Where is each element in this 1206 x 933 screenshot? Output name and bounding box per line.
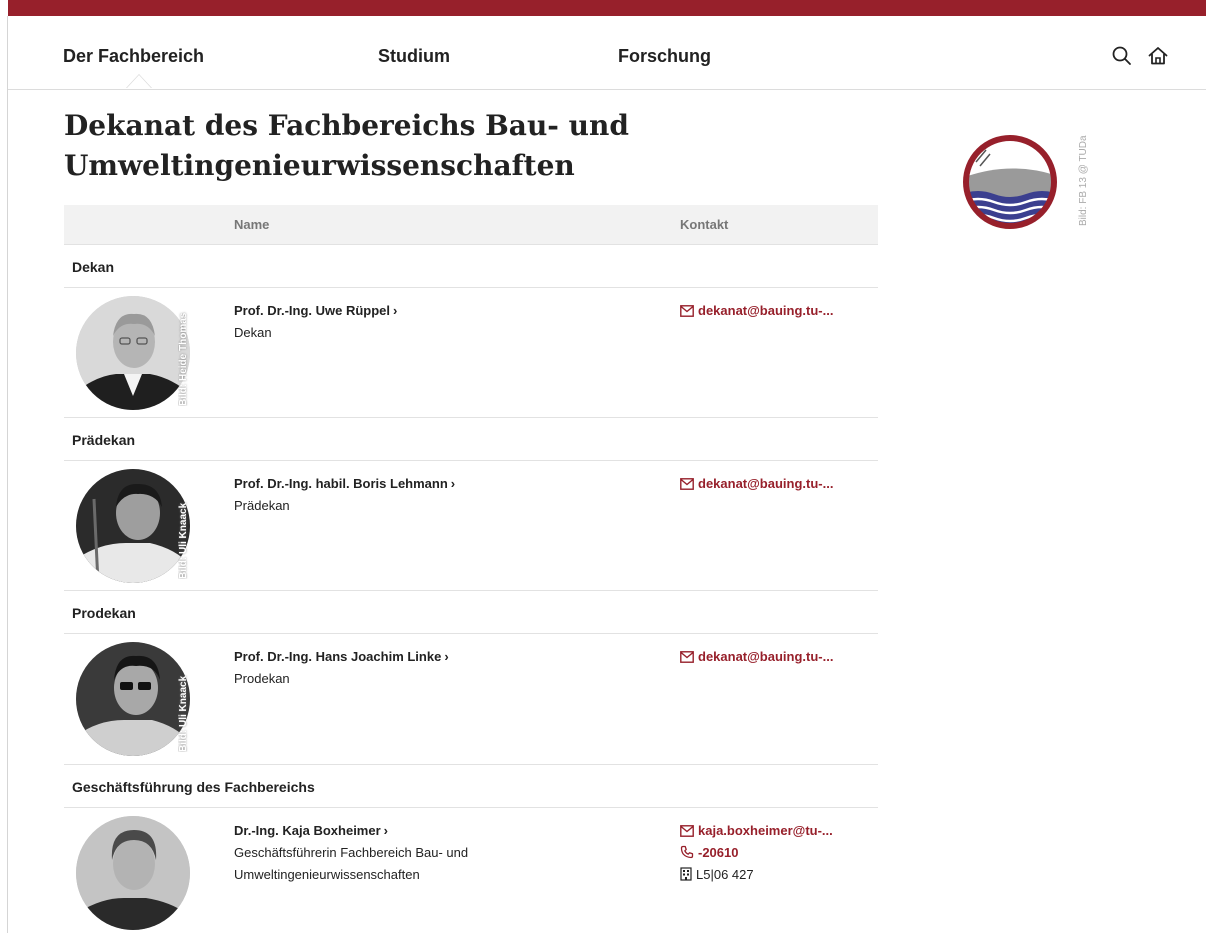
email-text: dekanat@bauing.tu-... [698,649,834,664]
person-name: Prof. Dr.-Ing. Uwe Rüppel [234,303,391,318]
group-label: Prädekan [72,432,136,448]
nav-item-studium[interactable]: Studium [378,46,450,67]
person-role: Dekan [234,325,272,340]
person-role: Prodekan [234,671,290,686]
email-text: kaja.boxheimer@tu-... [698,823,833,838]
person-role: Geschäftsführerin Fachbereich Bau- und U… [234,842,534,886]
page-title-line-1: Dekanat des Fachbereichs Bau- und [64,109,629,142]
top-accent-bar [8,0,1206,16]
person-name: Prof. Dr.-Ing. habil. Boris Lehmann [234,476,448,491]
person-role-line-1: Geschäftsführerin Fachbereich Bau- und [234,845,469,860]
person-role-line-2: Umweltingenieurwissenschaften [234,867,420,882]
avatar [76,642,190,756]
nav-item-der-fachbereich[interactable]: Der Fachbereich [63,46,204,67]
home-icon[interactable] [1146,44,1170,68]
chevron-right-icon: › [450,476,456,491]
person-role: Prädekan [234,498,290,513]
email-link[interactable]: kaja.boxheimer@tu-... [680,823,833,838]
avatar [76,469,190,583]
photo-credit: Bild: Uli Knaack [178,675,189,752]
group-label: Dekan [72,259,115,275]
room-text: L5|06 427 [696,867,754,882]
table-row: Bild: Heide Thomas Prof. Dr.-Ing. Uwe Rü… [64,288,878,418]
table-row: Dr.-Ing. Kaja Boxheimer › Geschäftsführer… [64,808,878,933]
person-name: Dr.-Ing. Kaja Boxheimer [234,823,381,838]
person-name: Prof. Dr.-Ing. Hans Joachim Linke [234,649,442,664]
main-navigation: Der Fachbereich Studium Forschung [8,16,1206,90]
avatar [76,296,190,410]
envelope-icon [680,305,694,317]
nav-item-forschung[interactable]: Forschung [618,46,711,67]
chevron-right-icon: › [444,649,449,664]
envelope-icon [680,651,694,663]
room-info: L5|06 427 [680,867,754,882]
column-header-contact: Kontakt [680,217,729,232]
envelope-icon [680,825,694,837]
group-row: Geschäftsführung des Fachbereichs [64,765,878,808]
group-row: Prodekan [64,591,878,634]
email-text: dekanat@bauing.tu-... [698,303,834,318]
page-title: Dekanat des Fachbereichs Bau- und Umwelt… [64,106,684,186]
group-row: Prädekan [64,418,878,461]
person-name-link[interactable]: Prof. Dr.-Ing. habil. Boris Lehmann › [234,476,455,491]
page-title-line-2: Umweltingenieurwissenschaften [64,149,575,182]
table-header: Name Kontakt [64,205,878,245]
logo-credit: Bild: FB 13 @ TUDa [1078,135,1089,226]
photo-credit: Bild: Uli Knaack [178,502,189,579]
column-header-name: Name [234,217,270,232]
group-label: Prodekan [72,605,136,621]
phone-icon [680,845,694,859]
person-name-link[interactable]: Dr.-Ing. Kaja Boxheimer › [234,823,388,838]
table-row: Bild: Uli Knaack Prof. Dr.-Ing. Hans Joa… [64,634,878,765]
phone-link[interactable]: -20610 [680,845,738,860]
page-left-border [7,16,8,933]
department-logo [958,130,1098,240]
staff-table: Name Kontakt Dekan Bild: Heide Thomas Pr… [64,205,878,933]
active-nav-indicator [126,74,152,88]
search-icon[interactable] [1110,44,1134,68]
chevron-right-icon: › [393,303,398,318]
email-text: dekanat@bauing.tu-... [698,476,834,491]
building-icon [680,867,692,881]
envelope-icon [680,478,694,490]
photo-credit: Bild: Heide Thomas [178,312,189,406]
table-row: Bild: Uli Knaack Prof. Dr.-Ing. habil. B… [64,461,878,591]
email-link[interactable]: dekanat@bauing.tu-... [680,649,833,664]
phone-text: -20610 [698,845,739,860]
chevron-right-icon: › [383,823,388,838]
email-link[interactable]: dekanat@bauing.tu-... [680,303,833,318]
avatar [76,816,190,930]
group-row: Dekan [64,245,878,288]
person-name-link[interactable]: Prof. Dr.-Ing. Hans Joachim Linke › [234,649,449,664]
group-label: Geschäftsführung des Fachbereichs [72,779,315,795]
email-link[interactable]: dekanat@bauing.tu-... [680,476,833,491]
person-name-link[interactable]: Prof. Dr.-Ing. Uwe Rüppel › [234,303,397,318]
